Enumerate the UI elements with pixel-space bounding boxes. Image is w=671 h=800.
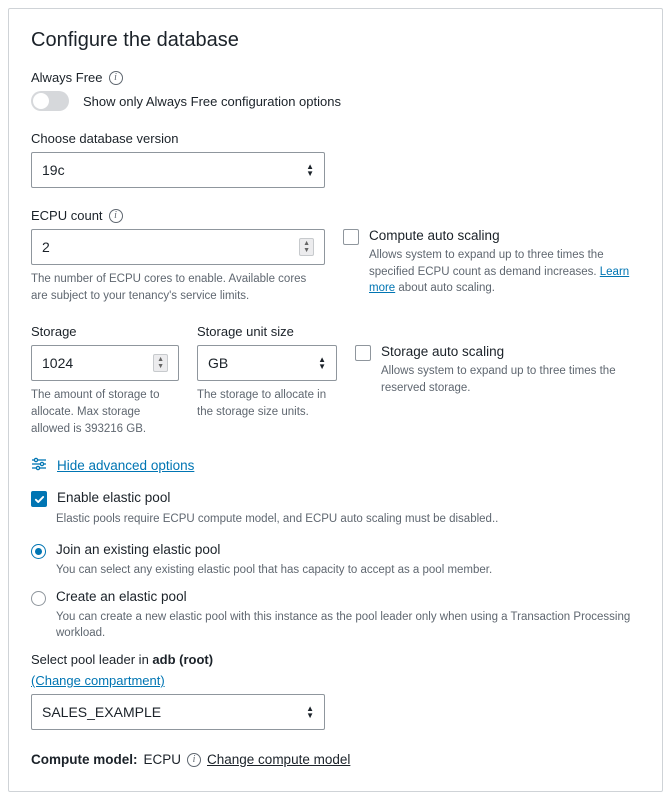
storage-autoscaling-desc: Allows system to expand up to three time… xyxy=(381,363,640,396)
sliders-icon xyxy=(31,457,47,474)
storage-section: Storage 1024 ▲▼ The amount of storage to… xyxy=(31,324,640,437)
pool-leader-select[interactable]: SALES_EXAMPLE ▲▼ xyxy=(31,694,325,730)
storage-unit-help: The storage to allocate in the storage s… xyxy=(197,387,337,420)
storage-autoscaling-checkbox[interactable] xyxy=(355,345,371,361)
spinner-icon[interactable]: ▲▼ xyxy=(299,238,314,256)
db-version-label: Choose database version xyxy=(31,131,178,146)
join-pool-desc: You can select any existing elastic pool… xyxy=(56,562,640,579)
create-pool-desc: You can create a new elastic pool with t… xyxy=(56,609,640,642)
page-title: Configure the database xyxy=(31,29,640,52)
compute-autoscaling-desc: Allows system to expand up to three time… xyxy=(369,247,640,297)
change-compartment-link[interactable]: (Change compartment) xyxy=(31,673,165,688)
always-free-section: Always Free i Show only Always Free conf… xyxy=(31,70,640,111)
pool-leader-label-bold: adb (root) xyxy=(152,652,213,667)
compute-model-value: ECPU xyxy=(144,752,182,767)
compute-model-row: Compute model: ECPU i Change compute mod… xyxy=(31,752,640,767)
pool-leader-section: Select pool leader in adb (root) (Change… xyxy=(31,652,640,730)
chevron-updown-icon: ▲▼ xyxy=(306,706,314,719)
storage-help: The amount of storage to allocate. Max s… xyxy=(31,387,179,437)
enable-elastic-pool-checkbox[interactable] xyxy=(31,491,47,507)
ecpu-section: ECPU count i 2 ▲▼ The number of ECPU cor… xyxy=(31,208,640,304)
change-compute-model-link[interactable]: Change compute model xyxy=(207,752,350,767)
create-pool-label: Create an elastic pool xyxy=(56,589,187,604)
db-version-value: 19c xyxy=(42,162,65,178)
spinner-icon[interactable]: ▲▼ xyxy=(153,354,168,372)
enable-elastic-pool-label: Enable elastic pool xyxy=(57,490,170,505)
storage-unit-select[interactable]: GB ▲▼ xyxy=(197,345,337,381)
ecpu-help: The number of ECPU cores to enable. Avai… xyxy=(31,271,325,304)
db-version-section: Choose database version 19c ▲▼ xyxy=(31,131,640,188)
compute-model-label: Compute model: xyxy=(31,752,138,767)
pool-leader-label-pre: Select pool leader in xyxy=(31,652,152,667)
storage-input[interactable]: 1024 ▲▼ xyxy=(31,345,179,381)
elastic-pool-section: Enable elastic pool Elastic pools requir… xyxy=(31,490,640,528)
db-version-select[interactable]: 19c ▲▼ xyxy=(31,152,325,188)
enable-elastic-pool-desc: Elastic pools require ECPU compute model… xyxy=(56,511,640,528)
chevron-updown-icon: ▲▼ xyxy=(318,357,326,370)
storage-unit-label: Storage unit size xyxy=(197,324,294,339)
create-pool-radio[interactable] xyxy=(31,591,46,606)
chevron-updown-icon: ▲▼ xyxy=(306,164,314,177)
compute-autoscaling-checkbox[interactable] xyxy=(343,229,359,245)
elastic-pool-radio-group: Join an existing elastic pool You can se… xyxy=(31,542,640,642)
ecpu-value: 2 xyxy=(42,239,50,255)
info-icon[interactable]: i xyxy=(187,753,201,767)
always-free-toggle-desc: Show only Always Free configuration opti… xyxy=(83,94,341,109)
pool-leader-value: SALES_EXAMPLE xyxy=(42,704,161,720)
storage-unit-value: GB xyxy=(208,355,228,371)
storage-autoscaling-label: Storage auto scaling xyxy=(381,344,640,359)
always-free-label: Always Free xyxy=(31,70,103,85)
advanced-toggle-row: Hide advanced options xyxy=(31,457,640,474)
ecpu-label: ECPU count xyxy=(31,208,103,223)
join-pool-label: Join an existing elastic pool xyxy=(56,542,220,557)
storage-label: Storage xyxy=(31,324,77,339)
join-pool-radio[interactable] xyxy=(31,544,46,559)
hide-advanced-link[interactable]: Hide advanced options xyxy=(57,458,194,473)
storage-value: 1024 xyxy=(42,355,73,371)
configure-database-panel: Configure the database Always Free i Sho… xyxy=(8,8,663,792)
info-icon[interactable]: i xyxy=(109,209,123,223)
info-icon[interactable]: i xyxy=(109,71,123,85)
always-free-toggle[interactable] xyxy=(31,91,69,111)
compute-autoscaling-label: Compute auto scaling xyxy=(369,228,640,243)
ecpu-input[interactable]: 2 ▲▼ xyxy=(31,229,325,265)
